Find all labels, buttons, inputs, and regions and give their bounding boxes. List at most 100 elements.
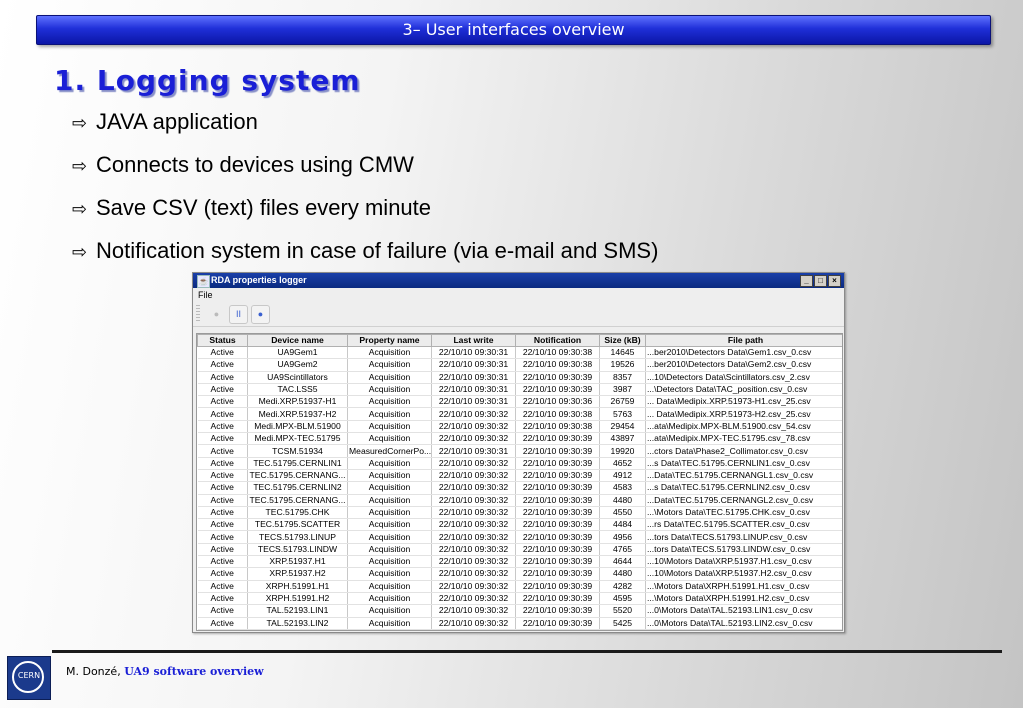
table-cell: XRPH.51991.H1 (247, 580, 348, 593)
column-header[interactable]: Size (kB) (599, 334, 646, 347)
table-row[interactable]: Active UA9Gem2 Acquisition 22/10/10 09:30:3… (197, 358, 842, 372)
maximize-button[interactable]: □ (814, 275, 827, 287)
table-row[interactable]: Active XRPH.51991.H2 Acquisition 22/10/10 0… (197, 592, 842, 606)
table-cell: 4652 (599, 457, 646, 470)
minimize-button[interactable]: _ (800, 275, 813, 287)
table-cell: UA9Gem1 (247, 346, 348, 360)
table-cell: 4912 (599, 469, 646, 483)
table-row[interactable]: Active Medi.XRP.51937-H1 Acquisition 22/10/… (197, 395, 842, 409)
table-cell: Active (197, 444, 248, 458)
column-header[interactable]: Status (197, 334, 248, 347)
table-cell: 22/10/10 09:30:39 (515, 604, 600, 618)
table-cell: ...10\Detectors Data\Scintillators.csv_2… (645, 371, 842, 384)
window-titlebar[interactable]: ☕ RDA properties logger _ □ × (193, 273, 844, 288)
table-cell: Medi.MPX-BLM.51900 (247, 420, 348, 434)
table-cell: Medi.XRP.51937-H1 (247, 395, 348, 409)
table-cell: Active (197, 567, 248, 581)
table-cell: Acquisition (347, 580, 432, 593)
table-row[interactable]: Active Medi.XRP.51937-H2 Acquisition 22/10/… (197, 407, 842, 421)
table-cell: 22/10/10 09:30:38 (515, 420, 600, 434)
record-button[interactable]: ● (251, 305, 270, 324)
table-row[interactable]: Active UA9Gem1 Acquisition 22/10/10 09:30:3… (197, 346, 842, 360)
table-cell: ...10\Motors Data\XRP.51937.H2.csv_0.csv (645, 567, 842, 581)
table-row[interactable]: Active XRP.51937.H1 Acquisition 22/10/10 09… (197, 555, 842, 569)
table-cell: 4956 (599, 530, 646, 544)
table-cell: Acquisition (347, 530, 432, 544)
table-cell: 5425 (599, 617, 646, 630)
table-row[interactable]: Active TEC.51795.CERNLIN2 Acquisition 22/10… (197, 481, 842, 495)
table-cell: 22/10/10 09:30:38 (515, 407, 600, 421)
toolbar: ● II ● (193, 302, 844, 327)
table-cell: Acquisition (347, 567, 432, 581)
column-header[interactable]: File path (645, 334, 842, 347)
bullet-item: ⇨ Connects to devices using CMW (72, 151, 658, 194)
table-cell: Active (197, 592, 248, 606)
pause-button[interactable]: II (229, 305, 248, 324)
footer-title-link[interactable]: UA9 software overview (124, 665, 263, 678)
close-button[interactable]: × (828, 275, 841, 287)
table-cell: 22/10/10 09:30:32 (431, 617, 516, 630)
table-cell: 22/10/10 09:30:32 (431, 506, 516, 520)
table-row[interactable]: Active TECS.51793.LINUP Acquisition 22/10/1… (197, 530, 842, 544)
table-cell: TAC.LSS5 (247, 383, 348, 397)
table-row[interactable]: Active TEC.51795.SCATTER Acquisition 22/10/… (197, 518, 842, 532)
table-cell: ...\Motors Data\TEC.51795.CHK.csv_0.csv (645, 506, 842, 520)
table-row[interactable]: Active TECS.51793.LINDW Acquisition 22/10/1… (197, 543, 842, 557)
table-cell: Active (197, 481, 248, 495)
table-cell: Acquisition (347, 469, 432, 483)
toolbar-grip[interactable] (196, 305, 200, 322)
column-header[interactable]: Notification (515, 334, 600, 347)
table-cell: Active (197, 494, 248, 507)
table-row[interactable]: Active TEC.51795.CERNANG... Acquisition 22/… (197, 469, 842, 483)
table-cell: Acquisition (347, 432, 432, 446)
table-row[interactable]: Active TEC.51795.CERNLIN1 Acquisition 22/10… (197, 457, 842, 470)
table-cell: 19526 (599, 358, 646, 372)
table-cell: Medi.MPX-TEC.51795 (247, 432, 348, 446)
table-row[interactable]: Active TAL.52193.LIN1 Acquisition 22/10/10 … (197, 604, 842, 618)
table-row[interactable]: Active TEC.51795.CERNANG... Acquisition 22/… (197, 494, 842, 507)
column-header[interactable]: Device name (247, 334, 348, 347)
table-cell: 5763 (599, 407, 646, 421)
column-header[interactable]: Last write (431, 334, 516, 347)
table-cell: UA9Scintillators (247, 371, 348, 384)
table-row[interactable]: Active XRP.51937.H2 Acquisition 22/10/10 09… (197, 567, 842, 581)
table-cell: Medi.XRP.51937-H2 (247, 407, 348, 421)
table-cell: 14645 (599, 346, 646, 360)
table-cell: ...s Data\TEC.51795.CERNLIN1.csv_0.csv (645, 457, 842, 470)
table-cell: ...0\Motors Data\TAL.52193.LIN1.csv_0.cs… (645, 604, 842, 618)
table-row[interactable]: Active UA9Scintillators Acquisition 22/10/1… (197, 371, 842, 384)
table-cell: 22/10/10 09:30:32 (431, 469, 516, 483)
footer-divider (52, 650, 1002, 653)
table-row[interactable]: Active XRPH.51991.H1 Acquisition 22/10/10 0… (197, 580, 842, 593)
table-row[interactable]: Active TAL.52193.LIN2 Acquisition 22/10/10 … (197, 617, 842, 630)
table-row[interactable]: Active Medi.MPX-TEC.51795 Acquisition 22/10… (197, 432, 842, 446)
table-row[interactable]: Active TAC.LSS5 Acquisition 22/10/10 09:30:… (197, 383, 842, 397)
table-cell: ... Data\Medipix.XRP.51973-H1.csv_25.csv (645, 395, 842, 409)
table-cell: TEC.51795.CERNLIN2 (247, 481, 348, 495)
table-cell: Acquisition (347, 346, 432, 360)
table-cell: ... Data\Medipix.XRP.51973-H2.csv_25.csv (645, 407, 842, 421)
menu-file[interactable]: File (198, 290, 213, 300)
table-row[interactable]: Active Medi.MPX-BLM.51900 Acquisition 22/10… (197, 420, 842, 434)
table-cell: 5520 (599, 604, 646, 618)
table-cell: Active (197, 617, 248, 630)
footer-author: M. Donzé, (66, 665, 125, 678)
table-cell: Active (197, 543, 248, 557)
table-cell: 4583 (599, 481, 646, 495)
table-row[interactable]: Active TEC.51795.CHK Acquisition 22/10/10 0… (197, 506, 842, 520)
window-controls: _ □ × (800, 275, 841, 287)
table-cell: ...ber2010\Detectors Data\Gem2.csv_0.csv (645, 358, 842, 372)
logger-table[interactable]: Status Device name Property name Last write… (196, 333, 843, 631)
table-cell: Active (197, 358, 248, 372)
table-cell: Active (197, 395, 248, 409)
table-cell: 4484 (599, 518, 646, 532)
stop-button[interactable]: ● (207, 305, 226, 324)
table-cell: 26759 (599, 395, 646, 409)
table-cell: 22/10/10 09:30:39 (515, 543, 600, 557)
table-cell: 22/10/10 09:30:39 (515, 432, 600, 446)
table-cell: 22/10/10 09:30:39 (515, 617, 600, 630)
app-window: ☕ RDA properties logger _ □ × File ● II … (192, 272, 845, 633)
table-row[interactable]: Active TCSM.51934 MeasuredCornerPo... 22/10… (197, 444, 842, 458)
column-header[interactable]: Property name (347, 334, 432, 347)
bullet-item: ⇨ JAVA application (72, 108, 658, 151)
